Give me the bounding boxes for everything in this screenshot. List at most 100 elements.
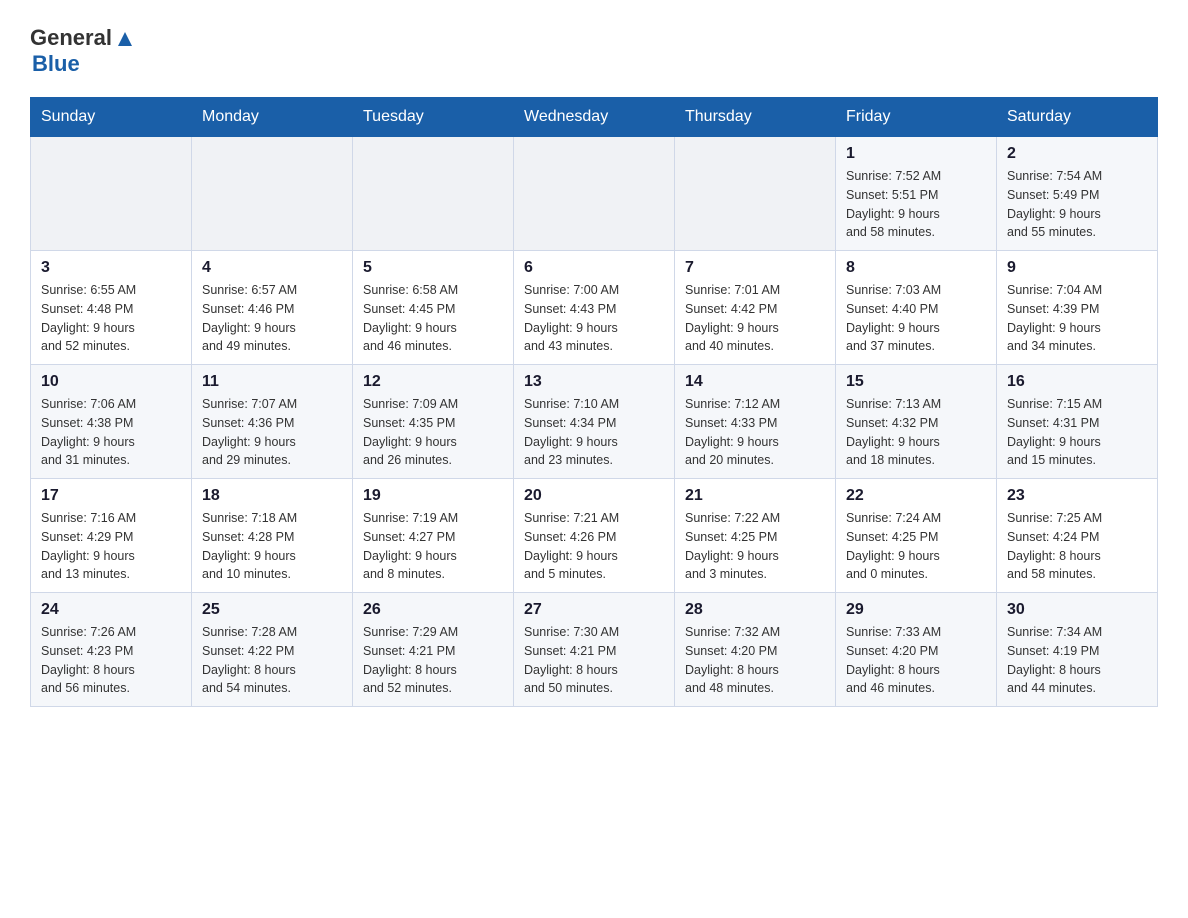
day-number: 30 <box>1007 601 1147 619</box>
calendar-day-cell: 10 Sunrise: 7:06 AM Sunset: 4:38 PM Dayli… <box>31 365 192 479</box>
day-info: Sunrise: 7:54 AM Sunset: 5:49 PM Dayligh… <box>1007 167 1147 242</box>
calendar-day-cell: 5 Sunrise: 6:58 AM Sunset: 4:45 PM Daylig… <box>353 251 514 365</box>
calendar-day-cell: 20 Sunrise: 7:21 AM Sunset: 4:26 PM Dayli… <box>514 479 675 593</box>
header-day-monday: Monday <box>192 98 353 137</box>
day-number: 12 <box>363 373 503 391</box>
day-number: 4 <box>202 259 342 277</box>
day-number: 17 <box>41 487 181 505</box>
day-number: 28 <box>685 601 825 619</box>
day-number: 24 <box>41 601 181 619</box>
day-info: Sunrise: 6:58 AM Sunset: 4:45 PM Dayligh… <box>363 281 503 356</box>
day-info: Sunrise: 7:52 AM Sunset: 5:51 PM Dayligh… <box>846 167 986 242</box>
day-info: Sunrise: 7:22 AM Sunset: 4:25 PM Dayligh… <box>685 509 825 584</box>
day-info: Sunrise: 7:09 AM Sunset: 4:35 PM Dayligh… <box>363 395 503 470</box>
calendar-week-row: 3 Sunrise: 6:55 AM Sunset: 4:48 PM Daylig… <box>31 251 1158 365</box>
day-number: 14 <box>685 373 825 391</box>
day-number: 9 <box>1007 259 1147 277</box>
calendar-day-cell: 24 Sunrise: 7:26 AM Sunset: 4:23 PM Dayli… <box>31 593 192 707</box>
day-number: 5 <box>363 259 503 277</box>
day-info: Sunrise: 7:03 AM Sunset: 4:40 PM Dayligh… <box>846 281 986 356</box>
calendar-day-cell: 6Sunrise: 7:00 AM Sunset: 4:43 PM Daylig… <box>514 251 675 365</box>
day-number: 13 <box>524 373 664 391</box>
day-info: Sunrise: 7:26 AM Sunset: 4:23 PM Dayligh… <box>41 623 181 698</box>
day-number: 2 <box>1007 145 1147 163</box>
header-day-tuesday: Tuesday <box>353 98 514 137</box>
calendar-day-cell <box>353 137 514 251</box>
calendar-day-cell: 13 Sunrise: 7:10 AM Sunset: 4:34 PM Dayli… <box>514 365 675 479</box>
day-number: 1 <box>846 145 986 163</box>
day-number: 16 <box>1007 373 1147 391</box>
calendar-day-cell: 15Sunrise: 7:13 AM Sunset: 4:32 PM Dayli… <box>836 365 997 479</box>
day-info: Sunrise: 7:25 AM Sunset: 4:24 PM Dayligh… <box>1007 509 1147 584</box>
day-number: 10 <box>41 373 181 391</box>
calendar-day-cell: 19Sunrise: 7:19 AM Sunset: 4:27 PM Dayli… <box>353 479 514 593</box>
day-info: Sunrise: 7:06 AM Sunset: 4:38 PM Dayligh… <box>41 395 181 470</box>
day-number: 23 <box>1007 487 1147 505</box>
day-info: Sunrise: 7:34 AM Sunset: 4:19 PM Dayligh… <box>1007 623 1147 698</box>
logo-general-text: General <box>30 25 112 51</box>
header-day-sunday: Sunday <box>31 98 192 137</box>
calendar-day-cell: 27Sunrise: 7:30 AM Sunset: 4:21 PM Dayli… <box>514 593 675 707</box>
day-info: Sunrise: 6:57 AM Sunset: 4:46 PM Dayligh… <box>202 281 342 356</box>
calendar-day-cell: 12 Sunrise: 7:09 AM Sunset: 4:35 PM Dayli… <box>353 365 514 479</box>
calendar-day-cell: 8 Sunrise: 7:03 AM Sunset: 4:40 PM Daylig… <box>836 251 997 365</box>
day-info: Sunrise: 7:21 AM Sunset: 4:26 PM Dayligh… <box>524 509 664 584</box>
day-number: 11 <box>202 373 342 391</box>
day-info: Sunrise: 7:16 AM Sunset: 4:29 PM Dayligh… <box>41 509 181 584</box>
day-info: Sunrise: 7:10 AM Sunset: 4:34 PM Dayligh… <box>524 395 664 470</box>
header-day-wednesday: Wednesday <box>514 98 675 137</box>
calendar-header-row: SundayMondayTuesdayWednesdayThursdayFrid… <box>31 98 1158 137</box>
day-info: Sunrise: 7:07 AM Sunset: 4:36 PM Dayligh… <box>202 395 342 470</box>
day-number: 19 <box>363 487 503 505</box>
day-number: 18 <box>202 487 342 505</box>
day-number: 22 <box>846 487 986 505</box>
calendar-day-cell: 1 Sunrise: 7:52 AM Sunset: 5:51 PM Daylig… <box>836 137 997 251</box>
calendar-day-cell: 2 Sunrise: 7:54 AM Sunset: 5:49 PM Daylig… <box>997 137 1158 251</box>
calendar-table: SundayMondayTuesdayWednesdayThursdayFrid… <box>30 97 1158 707</box>
header-day-friday: Friday <box>836 98 997 137</box>
calendar-day-cell: 22 Sunrise: 7:24 AM Sunset: 4:25 PM Dayli… <box>836 479 997 593</box>
calendar-day-cell <box>514 137 675 251</box>
day-info: Sunrise: 6:55 AM Sunset: 4:48 PM Dayligh… <box>41 281 181 356</box>
day-info: Sunrise: 7:04 AM Sunset: 4:39 PM Dayligh… <box>1007 281 1147 356</box>
day-number: 20 <box>524 487 664 505</box>
calendar-day-cell: 7 Sunrise: 7:01 AM Sunset: 4:42 PM Daylig… <box>675 251 836 365</box>
calendar-day-cell <box>675 137 836 251</box>
day-number: 26 <box>363 601 503 619</box>
day-number: 21 <box>685 487 825 505</box>
calendar-day-cell <box>31 137 192 251</box>
day-info: Sunrise: 7:28 AM Sunset: 4:22 PM Dayligh… <box>202 623 342 698</box>
header-day-saturday: Saturday <box>997 98 1158 137</box>
day-info: Sunrise: 7:24 AM Sunset: 4:25 PM Dayligh… <box>846 509 986 584</box>
day-number: 8 <box>846 259 986 277</box>
calendar-day-cell: 14 Sunrise: 7:12 AM Sunset: 4:33 PM Dayli… <box>675 365 836 479</box>
day-info: Sunrise: 7:15 AM Sunset: 4:31 PM Dayligh… <box>1007 395 1147 470</box>
calendar-week-row: 17 Sunrise: 7:16 AM Sunset: 4:29 PM Dayli… <box>31 479 1158 593</box>
day-number: 7 <box>685 259 825 277</box>
day-info: Sunrise: 7:12 AM Sunset: 4:33 PM Dayligh… <box>685 395 825 470</box>
calendar-day-cell: 9 Sunrise: 7:04 AM Sunset: 4:39 PM Daylig… <box>997 251 1158 365</box>
calendar-week-row: 10 Sunrise: 7:06 AM Sunset: 4:38 PM Dayli… <box>31 365 1158 479</box>
calendar-day-cell: 3 Sunrise: 6:55 AM Sunset: 4:48 PM Daylig… <box>31 251 192 365</box>
calendar-day-cell: 30 Sunrise: 7:34 AM Sunset: 4:19 PM Dayli… <box>997 593 1158 707</box>
calendar-week-row: 24 Sunrise: 7:26 AM Sunset: 4:23 PM Dayli… <box>31 593 1158 707</box>
day-info: Sunrise: 7:29 AM Sunset: 4:21 PM Dayligh… <box>363 623 503 698</box>
day-number: 3 <box>41 259 181 277</box>
calendar-day-cell: 21 Sunrise: 7:22 AM Sunset: 4:25 PM Dayli… <box>675 479 836 593</box>
page-header: General Blue <box>30 20 1158 77</box>
calendar-day-cell: 11 Sunrise: 7:07 AM Sunset: 4:36 PM Dayli… <box>192 365 353 479</box>
calendar-day-cell: 23 Sunrise: 7:25 AM Sunset: 4:24 PM Dayli… <box>997 479 1158 593</box>
day-info: Sunrise: 7:32 AM Sunset: 4:20 PM Dayligh… <box>685 623 825 698</box>
day-info: Sunrise: 7:33 AM Sunset: 4:20 PM Dayligh… <box>846 623 986 698</box>
calendar-week-row: 1 Sunrise: 7:52 AM Sunset: 5:51 PM Daylig… <box>31 137 1158 251</box>
day-info: Sunrise: 7:01 AM Sunset: 4:42 PM Dayligh… <box>685 281 825 356</box>
day-number: 15 <box>846 373 986 391</box>
logo: General Blue <box>30 20 136 77</box>
day-number: 27 <box>524 601 664 619</box>
day-info: Sunrise: 7:00 AM Sunset: 4:43 PM Dayligh… <box>524 281 664 356</box>
calendar-day-cell: 16 Sunrise: 7:15 AM Sunset: 4:31 PM Dayli… <box>997 365 1158 479</box>
calendar-day-cell <box>192 137 353 251</box>
calendar-day-cell: 17 Sunrise: 7:16 AM Sunset: 4:29 PM Dayli… <box>31 479 192 593</box>
calendar-day-cell: 25Sunrise: 7:28 AM Sunset: 4:22 PM Dayli… <box>192 593 353 707</box>
logo-triangle-icon <box>114 28 136 50</box>
